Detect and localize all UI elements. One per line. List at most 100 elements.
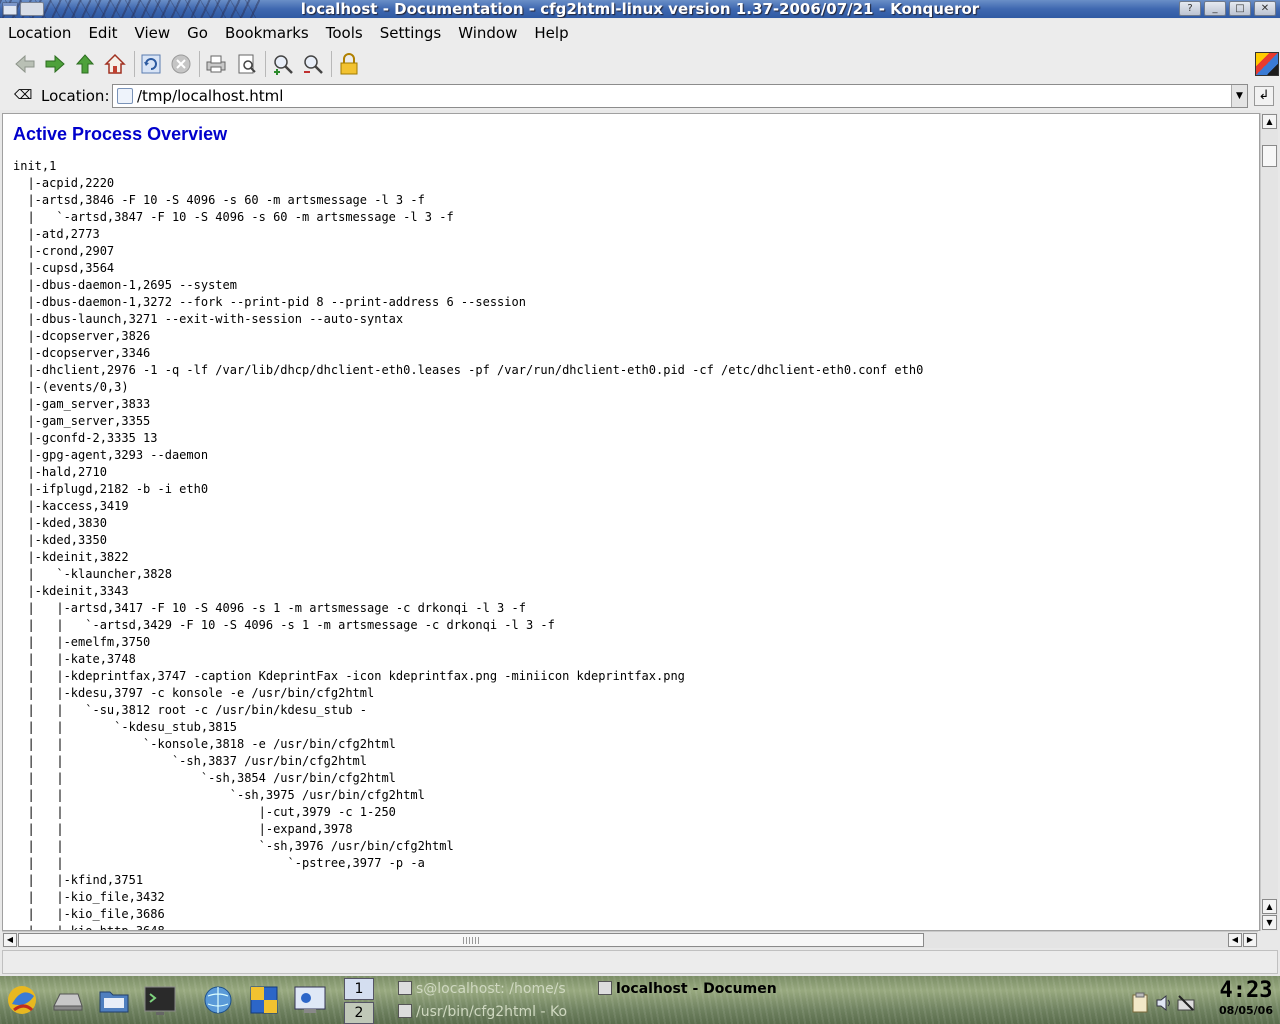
task-label: localhost - Documen — [616, 981, 777, 997]
scroll-up-icon[interactable]: ▲ — [1262, 114, 1277, 129]
vertical-scroll-thumb[interactable] — [1262, 145, 1277, 167]
print-preview-icon[interactable] — [235, 52, 259, 76]
process-tree-line: |-dbus-daemon-1,3272 --fork --print-pid … — [13, 295, 526, 309]
package-manager-icon[interactable] — [246, 982, 282, 1018]
process-tree-line: | `-klauncher,3828 — [13, 567, 172, 581]
volume-icon[interactable] — [1154, 992, 1174, 1014]
process-tree-line: | |-emelfm,3750 — [13, 635, 151, 649]
help-window-button[interactable]: ? — [1179, 1, 1201, 16]
forward-icon[interactable] — [43, 52, 67, 76]
menu-bookmarks[interactable]: Bookmarks — [225, 24, 309, 42]
taskbar-task-terminal[interactable]: s@localhost: /home/s — [398, 978, 588, 1000]
process-tree-line: | | `-pstree,3977 -p -a — [13, 856, 425, 870]
scroll-down-icon[interactable]: ▼ — [1262, 915, 1277, 930]
process-tree-line: | | `-artsd,3429 -F 10 -S 4096 -s 1 -m a… — [13, 618, 555, 632]
html-view[interactable]: Active Process Overview init,1 |-acpid,2… — [2, 113, 1260, 931]
process-tree-line: |-gam_server,3833 — [13, 397, 151, 411]
process-tree-line: |-(events/0,3) — [13, 380, 129, 394]
clock[interactable]: 4:23 08/05/06 — [1214, 978, 1278, 1024]
back-icon[interactable] — [13, 52, 37, 76]
process-tree-line: |-crond,2907 — [13, 244, 115, 258]
location-label: Location: — [41, 87, 110, 105]
zoom-out-icon[interactable] — [301, 52, 325, 76]
task-label: s@localhost: /home/s — [416, 981, 566, 997]
zoom-in-icon[interactable] — [271, 52, 295, 76]
taskbar-task-konqueror-active[interactable]: localhost - Documen — [598, 978, 794, 1000]
scroll-grip — [463, 937, 481, 944]
menu-go[interactable]: Go — [187, 24, 208, 42]
window-title: localhost - Documentation - cfg2html-lin… — [300, 0, 980, 18]
pager-desktop-1[interactable]: 1 — [344, 978, 374, 1000]
process-tree-line: |-dcopserver,3346 — [13, 346, 151, 360]
process-tree-line: | | `-konsole,3818 -e /usr/bin/cfg2html — [13, 737, 396, 751]
process-tree-line: |-dcopserver,3826 — [13, 329, 151, 343]
home-folder-icon[interactable] — [96, 982, 132, 1018]
scroll-left-icon[interactable]: ◀ — [1228, 933, 1242, 947]
menu-edit[interactable]: Edit — [88, 24, 117, 42]
process-tree-line: |-kded,3350 — [13, 533, 107, 547]
process-tree-line: | | `-kdesu_stub,3815 — [13, 720, 237, 734]
status-bar — [2, 950, 1278, 974]
scroll-up-icon[interactable]: ▲ — [1262, 899, 1277, 914]
vertical-scrollbar[interactable]: ▲ ▲ ▼ — [1260, 113, 1278, 931]
reload-icon[interactable] — [139, 52, 163, 76]
process-tree-line: |-ifplugd,2182 -b -i eth0 — [13, 482, 209, 496]
clock-time: 4:23 — [1219, 978, 1273, 1003]
page-heading: Active Process Overview — [13, 124, 228, 144]
minimize-window-button[interactable]: _ — [1204, 1, 1226, 16]
konqueror-throbber-icon — [1255, 52, 1279, 76]
clear-location-icon[interactable]: ⌫ — [14, 88, 32, 104]
location-combobox[interactable]: ▼ — [112, 84, 1248, 108]
process-tree-line: |-gam_server,3355 — [13, 414, 151, 428]
maximize-window-button[interactable]: □ — [1229, 1, 1251, 16]
klipper-icon[interactable] — [1130, 992, 1150, 1014]
process-tree-line: | | `-sh,3975 /usr/bin/cfg2html — [13, 788, 425, 802]
chevron-down-icon[interactable]: ▼ — [1231, 85, 1247, 107]
process-tree-line: | |-kate,3748 — [13, 652, 136, 666]
menu-window[interactable]: Window — [458, 24, 517, 42]
process-tree-line: |-gconfd-2,3335 13 — [13, 431, 158, 445]
process-tree-line: |-kaccess,3419 — [13, 499, 129, 513]
up-icon[interactable] — [73, 52, 97, 76]
scroll-left-icon[interactable]: ◀ — [3, 933, 17, 947]
stop-icon[interactable] — [169, 52, 193, 76]
menu-help[interactable]: Help — [534, 24, 568, 42]
process-tree-line: |-cupsd,3564 — [13, 261, 115, 275]
konqueror-browser-icon[interactable] — [200, 982, 236, 1018]
menu-view[interactable]: View — [135, 24, 171, 42]
control-center-icon[interactable] — [292, 982, 328, 1018]
process-tree: init,1 |-acpid,2220 |-artsd,3846 -F 10 -… — [13, 158, 923, 930]
kde-menu-icon[interactable] — [4, 982, 40, 1018]
network-icon[interactable] — [1176, 992, 1196, 1014]
main-toolbar — [0, 46, 1280, 82]
print-icon[interactable] — [204, 52, 228, 76]
process-tree-line: |-artsd,3846 -F 10 -S 4096 -s 60 -m arts… — [13, 193, 425, 207]
process-tree-line: | | |-cut,3979 -c 1-250 — [13, 805, 396, 819]
home-icon[interactable] — [103, 52, 127, 76]
menu-location[interactable]: Location — [8, 24, 71, 42]
process-tree-line: | | |-expand,3978 — [13, 822, 353, 836]
terminal-icon[interactable] — [142, 982, 178, 1018]
menu-settings[interactable]: Settings — [380, 24, 442, 42]
scroll-right-icon[interactable]: ▶ — [1243, 933, 1257, 947]
window-titlebar[interactable]: localhost - Documentation - cfg2html-lin… — [0, 0, 1280, 18]
pager-desktop-2[interactable]: 2 — [344, 1002, 374, 1024]
process-tree-line: |-gpg-agent,3293 --daemon — [13, 448, 209, 462]
location-input[interactable] — [137, 86, 1227, 106]
page-icon — [117, 88, 133, 104]
terminal-icon — [398, 981, 412, 995]
show-desktop-icon[interactable] — [50, 982, 86, 1018]
task-label: /usr/bin/cfg2html - Ko — [416, 1004, 568, 1020]
menubar: Location Edit View Go Bookmarks Tools Se… — [0, 19, 1280, 46]
security-lock-icon[interactable] — [337, 52, 361, 76]
horizontal-scroll-thumb[interactable] — [18, 933, 924, 947]
process-tree-line: | |-kdesu,3797 -c konsole -e /usr/bin/cf… — [13, 686, 375, 700]
taskbar-task-konqueror[interactable]: /usr/bin/cfg2html - Ko — [398, 1001, 588, 1023]
horizontal-scrollbar[interactable]: ◀ ◀ ▶ — [2, 931, 1258, 948]
clock-date: 08/05/06 — [1219, 1004, 1273, 1017]
menu-tools[interactable]: Tools — [326, 24, 363, 42]
go-button[interactable]: ↲ — [1254, 86, 1274, 106]
process-tree-line: |-kdeinit,3822 — [13, 550, 129, 564]
process-tree-line: init,1 — [13, 159, 57, 173]
close-window-button[interactable]: ✕ — [1254, 1, 1276, 16]
